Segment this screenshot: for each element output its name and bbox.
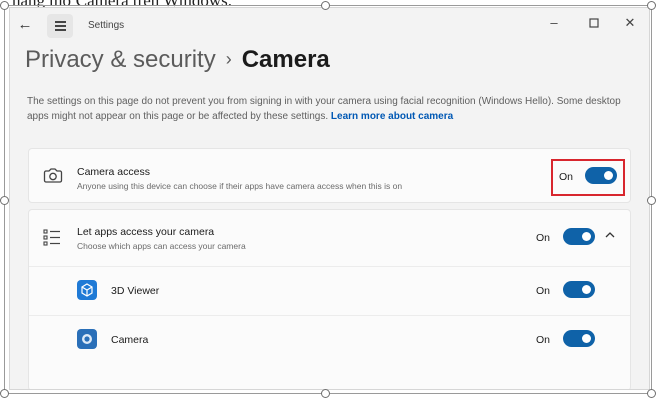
maximize-icon[interactable] (584, 14, 604, 32)
3d-cube-icon (77, 280, 97, 300)
camera-access-description: Anyone using this device can choose if t… (77, 181, 403, 191)
let-apps-card: Let apps access your camera Choose which… (28, 209, 631, 389)
let-apps-description: Choose which apps can access your camera (77, 241, 246, 251)
title-bar: ← Settings – ✕ (10, 8, 649, 40)
app-row-3d-viewer: 3D Viewer On (29, 267, 630, 315)
app-name: 3D Viewer (111, 285, 160, 297)
minimize-icon[interactable]: – (544, 14, 564, 32)
close-icon[interactable]: ✕ (620, 14, 640, 32)
learn-more-link[interactable]: Learn more about camera (331, 111, 453, 122)
app-title: Settings (88, 20, 125, 31)
resize-handle[interactable] (0, 196, 9, 205)
arrow-left-icon[interactable]: ← (16, 16, 34, 34)
resize-handle[interactable] (647, 196, 656, 205)
resize-handle[interactable] (321, 1, 330, 10)
let-apps-state: On (536, 232, 551, 244)
resize-handle[interactable] (0, 389, 9, 398)
camera-app-icon (77, 329, 97, 349)
resize-handle[interactable] (0, 1, 9, 10)
resize-handle[interactable] (647, 389, 656, 398)
app-state: On (536, 285, 551, 297)
camera-access-card: Camera access Anyone using this device c… (28, 148, 631, 203)
camera-access-title: Camera access (77, 166, 150, 178)
info-description: The settings on this page do not prevent… (27, 96, 621, 122)
breadcrumb-parent[interactable]: Privacy & security (25, 46, 216, 73)
camera-access-toggle[interactable] (585, 167, 617, 184)
app-name: Camera (111, 334, 149, 346)
chevron-up-icon[interactable] (605, 230, 615, 242)
camera-app-toggle[interactable] (563, 330, 595, 347)
settings-window: ← Settings – ✕ Privacy & security › Camera… (9, 7, 650, 390)
app-row-camera: Camera On (29, 316, 630, 364)
camera-icon (43, 166, 63, 189)
let-apps-title: Let apps access your camera (77, 226, 215, 238)
resize-handle[interactable] (647, 1, 656, 10)
let-apps-toggle[interactable] (563, 228, 595, 245)
breadcrumb-separator: › (225, 49, 232, 69)
resize-handle[interactable] (321, 389, 330, 398)
list-icon (43, 228, 61, 251)
camera-access-state: On (559, 171, 574, 183)
app-state: On (536, 334, 551, 346)
let-apps-row[interactable]: Let apps access your camera Choose which… (29, 210, 630, 266)
3d-viewer-toggle[interactable] (563, 281, 595, 298)
hamburger-menu-icon[interactable] (47, 14, 73, 38)
info-text: The settings on this page do not prevent… (27, 94, 633, 124)
breadcrumb: Privacy & security › Camera (25, 46, 330, 74)
page-title: Camera (241, 46, 330, 73)
